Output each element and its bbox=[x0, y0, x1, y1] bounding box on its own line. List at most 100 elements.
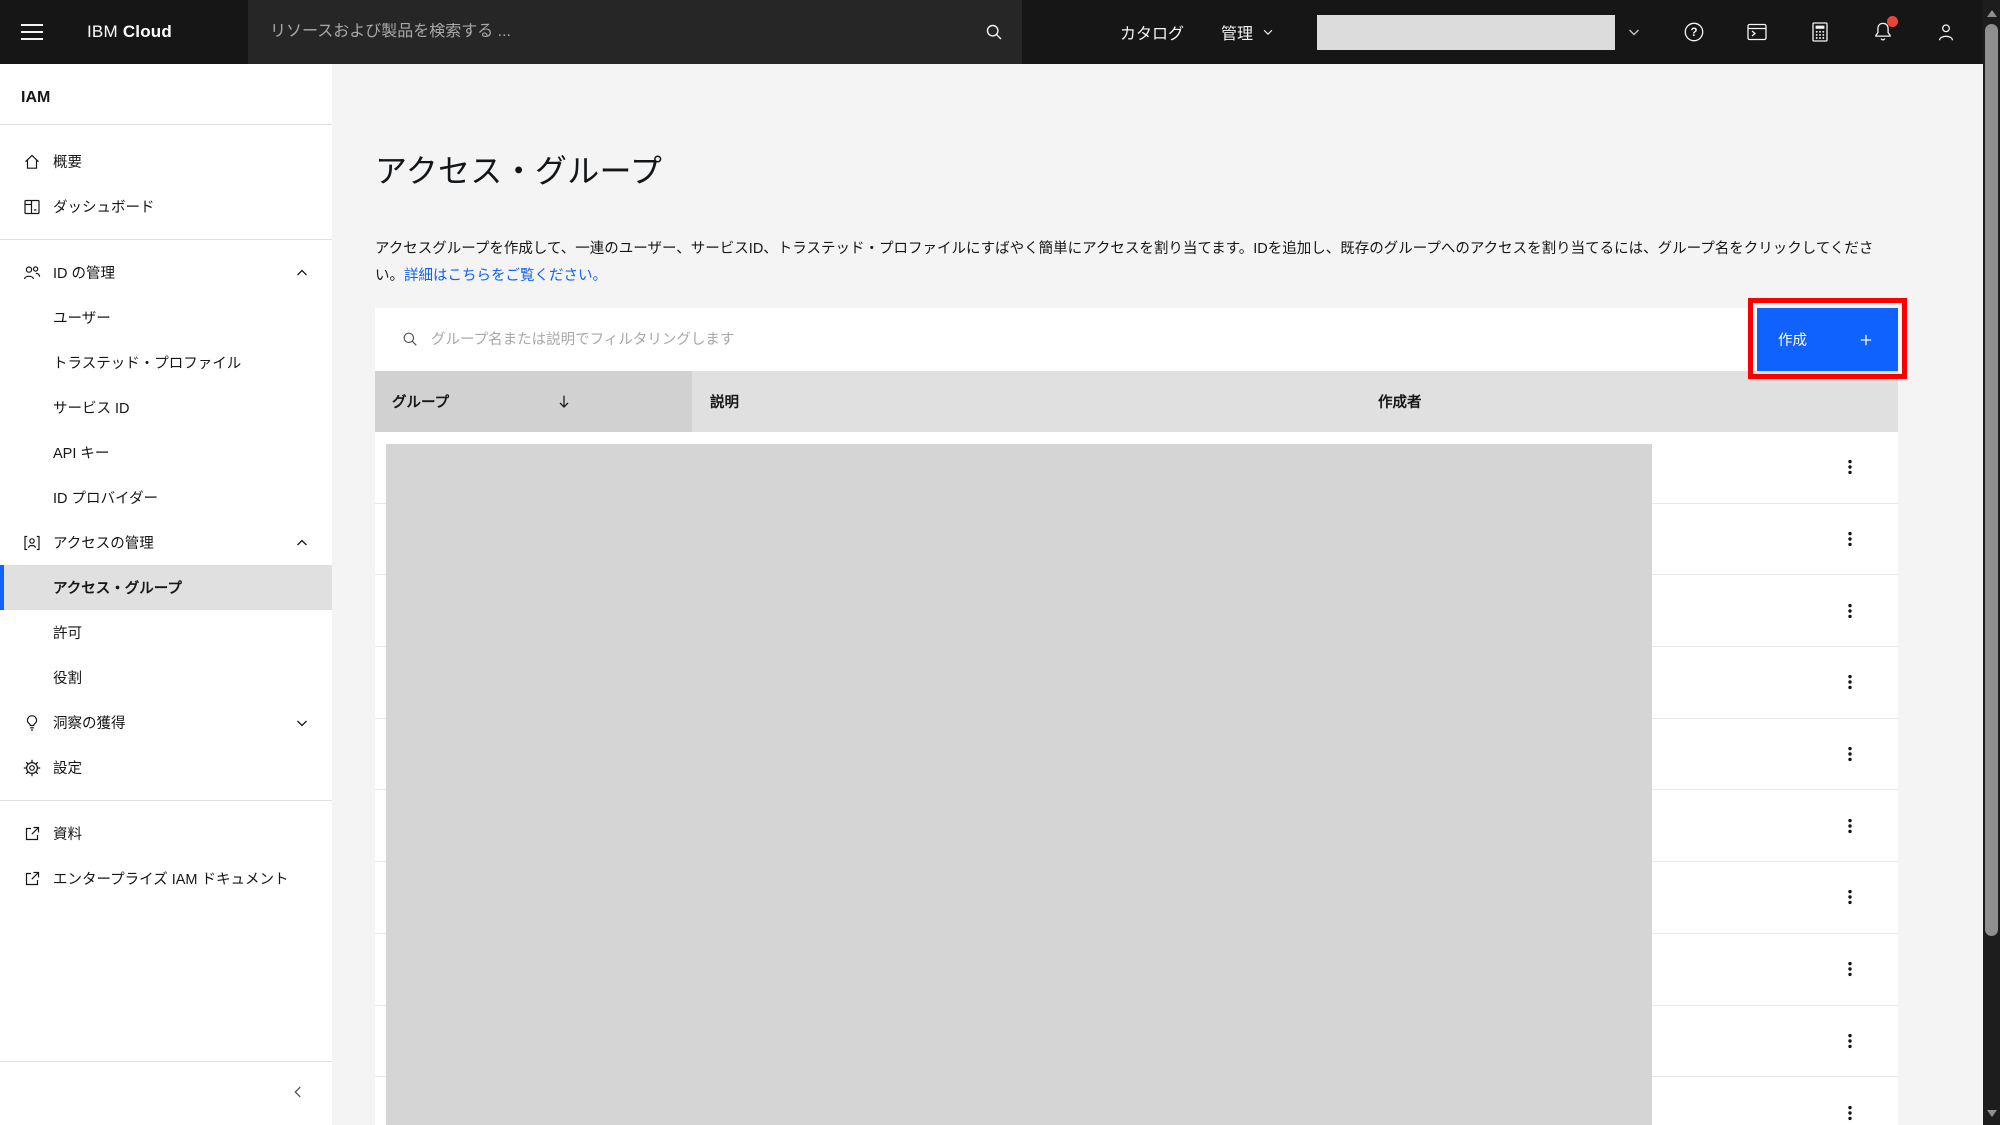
table-content-redaction bbox=[386, 444, 1652, 1125]
filter-input[interactable] bbox=[431, 308, 1731, 371]
sidebar-item-設定[interactable]: 設定 bbox=[0, 745, 332, 790]
notification-badge-dot bbox=[1887, 16, 1898, 27]
svg-text:?: ? bbox=[1690, 27, 1697, 39]
cost-estimator-icon bbox=[1808, 20, 1832, 44]
kebab-icon bbox=[1840, 887, 1860, 907]
sidebar-section-divider bbox=[0, 800, 332, 801]
sidebar-item-ID-プロバイダー[interactable]: ID プロバイダー bbox=[0, 475, 332, 520]
sidebar-item-label: 役割 bbox=[53, 667, 82, 688]
sidebar-item-label: 概要 bbox=[53, 151, 82, 172]
sidebar-item-許可[interactable]: 許可 bbox=[0, 610, 332, 655]
scrollbar-down-arrow[interactable] bbox=[1983, 1105, 2000, 1121]
kebab-icon bbox=[1840, 672, 1860, 692]
logo-cloud: Cloud bbox=[123, 22, 172, 42]
description-line1: アクセスグループを作成して、一連のユーザー、サービスID、トラステッド・プロファ… bbox=[375, 241, 1873, 257]
sidebar-section-divider bbox=[0, 239, 332, 240]
home-icon bbox=[22, 152, 42, 172]
notifications-button[interactable] bbox=[1859, 8, 1907, 56]
avatar-icon bbox=[1934, 20, 1958, 44]
kebab-icon bbox=[1840, 529, 1860, 549]
scrollbar-up-arrow[interactable] bbox=[1983, 5, 2000, 21]
chevron-up-icon bbox=[294, 535, 310, 551]
ibm-cloud-logo[interactable]: IBM Cloud bbox=[87, 0, 172, 64]
sidebar-item-label: 洞察の獲得 bbox=[53, 712, 126, 733]
sidebar-item-label: 許可 bbox=[53, 622, 82, 643]
ibm-cloud-console: IBM Cloud カタログ 管理 ? IAM 概 bbox=[0, 0, 2000, 1125]
gear-icon bbox=[22, 758, 42, 778]
column-header-group[interactable]: グループ bbox=[375, 371, 692, 432]
filter-search-icon bbox=[401, 330, 419, 348]
sidebar-item-label: ユーザー bbox=[53, 307, 111, 328]
kebab-icon bbox=[1840, 1103, 1860, 1123]
sidebar-nav-list: 概要ダッシュボード ID の管理ユーザートラステッド・プロファイルサービス IDA… bbox=[0, 139, 332, 901]
page-scrollbar[interactable] bbox=[1983, 0, 2000, 1125]
plus-icon bbox=[1858, 332, 1874, 348]
sidebar-item-洞察の獲得[interactable]: 洞察の獲得 bbox=[0, 700, 332, 745]
column-header-description[interactable]: 説明 bbox=[692, 371, 1360, 432]
row-overflow-menu-button[interactable] bbox=[1830, 662, 1870, 702]
row-overflow-menu-button[interactable] bbox=[1830, 806, 1870, 846]
sidebar-item-label: ID の管理 bbox=[53, 262, 115, 283]
sidebar-item-サービス-ID[interactable]: サービス ID bbox=[0, 385, 332, 430]
sidebar-item-役割[interactable]: 役割 bbox=[0, 655, 332, 700]
sidebar-collapse-button[interactable] bbox=[278, 1072, 318, 1112]
kebab-icon bbox=[1840, 816, 1860, 836]
sidebar-item-label: 資料 bbox=[53, 823, 82, 844]
sidebar-item-ユーザー[interactable]: ユーザー bbox=[0, 295, 332, 340]
help-icon: ? bbox=[1682, 20, 1706, 44]
sidebar-item-label: アクセス・グループ bbox=[53, 577, 182, 598]
sidebar-collapse-bar bbox=[0, 1061, 332, 1125]
scrollbar-thumb[interactable] bbox=[1985, 24, 1998, 936]
learn-more-link[interactable]: 詳細はこちらをご覧ください。 bbox=[404, 268, 607, 284]
row-overflow-menu-button[interactable] bbox=[1830, 1093, 1870, 1125]
help-button[interactable]: ? bbox=[1670, 8, 1718, 56]
row-overflow-menu-button[interactable] bbox=[1830, 519, 1870, 559]
account-selector-redacted[interactable] bbox=[1317, 15, 1615, 50]
chevron-up-icon bbox=[294, 265, 310, 281]
kebab-icon bbox=[1840, 959, 1860, 979]
chevron-down-icon bbox=[294, 715, 310, 731]
row-overflow-menu-button[interactable] bbox=[1830, 1021, 1870, 1061]
nav-catalog[interactable]: カタログ bbox=[1120, 0, 1184, 64]
kebab-icon bbox=[1840, 1031, 1860, 1051]
cloud-shell-button[interactable] bbox=[1733, 8, 1781, 56]
column-header-creator[interactable]: 作成者 bbox=[1360, 371, 1898, 432]
page-title: アクセス・グループ bbox=[375, 146, 662, 192]
row-overflow-menu-button[interactable] bbox=[1830, 949, 1870, 989]
sidebar-item-ダッシュボード[interactable]: ダッシュボード bbox=[0, 184, 332, 229]
sidebar-item-概要[interactable]: 概要 bbox=[0, 139, 332, 184]
row-overflow-menu-button[interactable] bbox=[1830, 877, 1870, 917]
sidebar-divider bbox=[0, 124, 332, 125]
avatar-button[interactable] bbox=[1922, 8, 1970, 56]
access-management-icon bbox=[22, 533, 42, 553]
sidebar-item-ID-の管理[interactable]: ID の管理 bbox=[0, 250, 332, 295]
sidebar-item-アクセス・グループ[interactable]: アクセス・グループ bbox=[0, 565, 332, 610]
hamburger-menu-button[interactable] bbox=[0, 0, 64, 64]
header-search-input[interactable] bbox=[270, 23, 984, 41]
nav-manage[interactable]: 管理 bbox=[1221, 0, 1275, 64]
people-icon bbox=[22, 263, 42, 283]
dashboard-icon bbox=[22, 197, 42, 217]
cost-estimator-button[interactable] bbox=[1796, 8, 1844, 56]
sidebar-item-label: 設定 bbox=[53, 757, 82, 778]
sidebar-item-エンタープライズ-IAM-ドキュメント[interactable]: エンタープライズ IAM ドキュメント bbox=[0, 856, 332, 901]
sidebar-item-アクセスの管理[interactable]: アクセスの管理 bbox=[0, 520, 332, 565]
page-description: アクセスグループを作成して、一連のユーザー、サービスID、トラステッド・プロファ… bbox=[375, 236, 1895, 290]
sidebar-item-API-キー[interactable]: API キー bbox=[0, 430, 332, 475]
account-chevron-down-icon[interactable] bbox=[1622, 20, 1646, 44]
create-button-label: 作成 bbox=[1778, 329, 1807, 350]
search-icon[interactable] bbox=[984, 22, 1004, 42]
row-overflow-menu-button[interactable] bbox=[1830, 447, 1870, 487]
create-button[interactable]: 作成 bbox=[1757, 308, 1898, 371]
kebab-icon bbox=[1840, 744, 1860, 764]
sidebar-item-資料[interactable]: 資料 bbox=[0, 811, 332, 856]
logo-ibm: IBM bbox=[87, 22, 118, 42]
sidebar-item-トラステッド・プロファイル[interactable]: トラステッド・プロファイル bbox=[0, 340, 332, 385]
header-search-bar bbox=[248, 0, 1022, 64]
sidebar-item-label: ダッシュボード bbox=[53, 196, 155, 217]
row-overflow-menu-button[interactable] bbox=[1830, 734, 1870, 774]
sidebar-title: IAM bbox=[0, 64, 332, 107]
sort-descending-icon bbox=[555, 393, 573, 411]
sidebar-item-label: エンタープライズ IAM ドキュメント bbox=[53, 868, 289, 889]
row-overflow-menu-button[interactable] bbox=[1830, 591, 1870, 631]
